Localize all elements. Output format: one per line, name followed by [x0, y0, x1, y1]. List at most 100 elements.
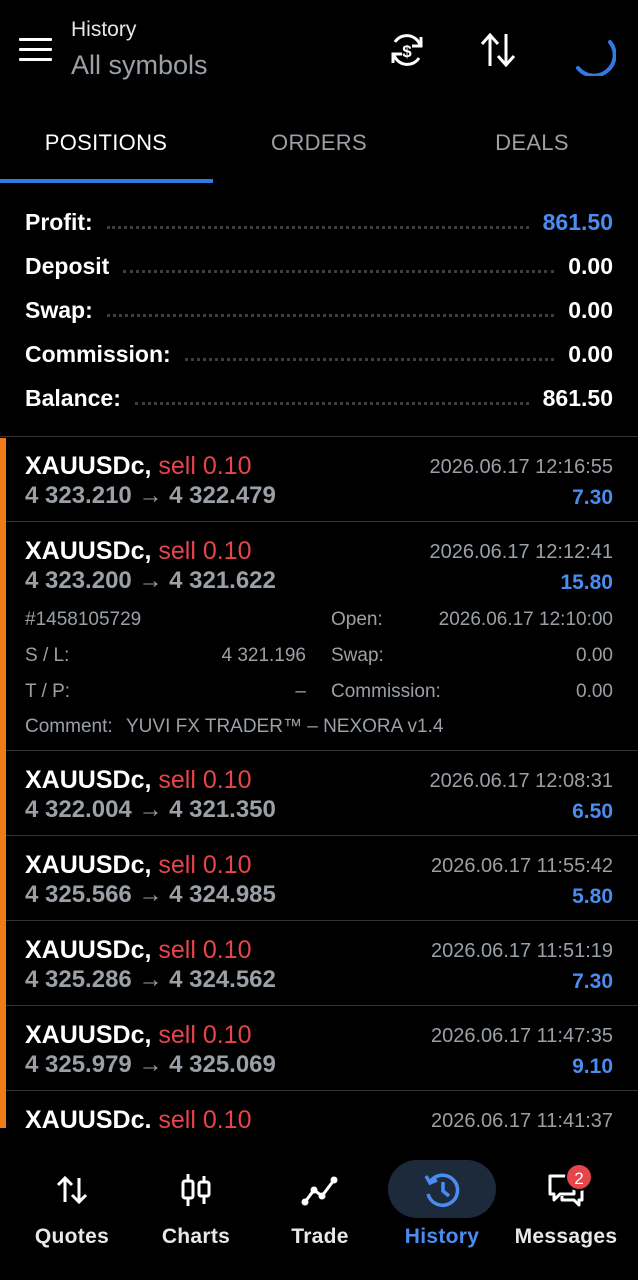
nav-quotes[interactable]: Quotes [10, 1128, 134, 1280]
deposit-label: Deposit [25, 252, 110, 279]
row-divider [6, 920, 638, 921]
row-divider [6, 1090, 638, 1091]
summary-divider [0, 436, 638, 437]
swap-value: 0.00 [576, 645, 613, 666]
dotted-leader [123, 259, 555, 273]
svg-text:$: $ [402, 42, 412, 61]
position-prices: 4 323.210 → 4 322.479 [25, 482, 276, 509]
row-divider [6, 835, 638, 836]
position-symbol: XAUUSDc, sell 0.10 [25, 936, 252, 964]
position-time: 2026.06.17 12:08:31 [429, 770, 613, 792]
nav-label: Charts [161, 1225, 231, 1248]
nav-trade[interactable]: Trade [258, 1128, 382, 1280]
list-item[interactable]: XAUUSDc, sell 0.10 4 325.566 → 4 324.985… [0, 837, 638, 921]
sl-label: S / L: [25, 645, 70, 666]
open-value: 2026.06.17 12:10:00 [438, 609, 613, 630]
balance-value: 861.50 [542, 384, 613, 411]
quotes-icon [56, 1175, 88, 1205]
sl-value: 4 321.196 [221, 645, 306, 666]
detail-row-sl: S / L: 4 321.196 Swap: 0.00 [25, 645, 613, 671]
list-item[interactable]: XAUUSDc, sell 0.10 4 322.004 → 4 321.350… [0, 752, 638, 836]
bottom-navigation: Quotes Charts Trade History Messages [0, 1128, 638, 1280]
tab-positions[interactable]: POSITIONS [0, 112, 212, 184]
positions-list: XAUUSDc, sell 0.10 4 323.210 → 4 322.479… [0, 438, 638, 1128]
ticket-number: #1458105729 [25, 609, 142, 630]
swap-value: 0.00 [568, 296, 613, 323]
active-tab-indicator [0, 179, 213, 183]
nav-history[interactable]: History [380, 1128, 504, 1280]
loading-spinner-icon [576, 40, 616, 76]
tp-value: – [295, 681, 306, 702]
position-time: 2026.06.17 11:51:19 [430, 940, 613, 962]
history-tabs: POSITIONS ORDERS DEALS [0, 112, 638, 184]
position-prices: 4 325.566 → 4 324.985 [25, 881, 276, 908]
sync-currency-icon[interactable]: $ [387, 30, 427, 70]
position-time: 2026.06.17 11:55:42 [430, 855, 613, 877]
commission-value: 0.00 [576, 681, 613, 702]
position-symbol: XAUUSDc, sell 0.10 [25, 851, 252, 879]
comment-label: Comment: [25, 716, 113, 737]
position-prices: 4 325.979 → 4 325.069 [25, 1051, 276, 1078]
tab-orders[interactable]: ORDERS [213, 112, 425, 184]
position-symbol: XAUUSDc, sell 0.10 [25, 452, 252, 480]
position-symbol: XAUUSDc, sell 0.10 [25, 1106, 252, 1128]
list-item[interactable]: XAUUSDc, sell 0.10 2026.06.17 11:41:37 [0, 1092, 638, 1128]
position-time: 2026.06.17 11:41:37 [430, 1110, 613, 1128]
commission-label: Commission: [25, 340, 171, 367]
nav-label: Messages [514, 1225, 618, 1248]
position-profit: 6.50 [572, 800, 613, 823]
position-symbol: XAUUSDc, sell 0.10 [25, 537, 252, 565]
detail-row-comment: Comment: YUVI FX TRADER™ – NEXORA v1.4 [25, 716, 613, 742]
position-profit: 5.80 [572, 885, 613, 908]
position-symbol: XAUUSDc, sell 0.10 [25, 1021, 252, 1049]
position-symbol: XAUUSDc, sell 0.10 [25, 766, 252, 794]
position-profit: 7.30 [572, 970, 613, 993]
profit-label: Profit: [25, 208, 93, 235]
position-profit: 7.30 [572, 486, 613, 509]
position-prices: 4 323.200 → 4 321.622 [25, 567, 276, 594]
summary-commission: Commission: 0.00 [25, 334, 613, 374]
list-item-expanded[interactable]: XAUUSDc, sell 0.10 4 323.200 → 4 321.622… [0, 523, 638, 751]
deposit-value: 0.00 [568, 252, 613, 279]
nav-messages[interactable]: Messages [504, 1128, 628, 1280]
history-icon [424, 1173, 460, 1207]
position-time: 2026.06.17 12:12:41 [429, 541, 613, 563]
trade-icon [301, 1176, 338, 1206]
summary-deposit: Deposit 0.00 [25, 246, 613, 286]
detail-row-ticket: #1458105729 Open: 2026.06.17 12:10:00 [25, 609, 613, 635]
nav-charts[interactable]: Charts [134, 1128, 258, 1280]
tp-label: T / P: [25, 681, 71, 702]
position-time: 2026.06.17 12:16:55 [429, 456, 613, 478]
position-profit: 15.80 [560, 571, 613, 594]
comment-value: YUVI FX TRADER™ – NEXORA v1.4 [126, 716, 444, 737]
position-profit: 9.10 [572, 1055, 613, 1078]
sort-icon[interactable] [478, 30, 518, 70]
symbol-filter[interactable]: All symbols [71, 50, 208, 81]
detail-row-tp: T / P: – Commission: 0.00 [25, 681, 613, 707]
page-title: History [71, 18, 137, 41]
open-label: Open: [331, 609, 383, 630]
summary-swap: Swap: 0.00 [25, 290, 613, 330]
swap-label: Swap: [331, 645, 384, 666]
charts-icon [181, 1174, 211, 1206]
position-prices: 4 322.004 → 4 321.350 [25, 796, 276, 823]
profit-value: 861.50 [542, 208, 613, 235]
position-time: 2026.06.17 11:47:35 [430, 1025, 613, 1047]
menu-icon[interactable] [19, 38, 52, 62]
dotted-leader [106, 303, 555, 317]
balance-label: Balance: [25, 384, 121, 411]
swap-label: Swap: [25, 296, 93, 323]
row-divider [6, 750, 638, 751]
dotted-leader [184, 347, 555, 361]
row-divider [6, 521, 638, 522]
commission-value: 0.00 [568, 340, 613, 367]
tab-deals[interactable]: DEALS [426, 112, 638, 184]
list-item[interactable]: XAUUSDc, sell 0.10 4 325.286 → 4 324.562… [0, 922, 638, 1006]
position-prices: 4 325.286 → 4 324.562 [25, 966, 276, 993]
summary-balance: Balance: 861.50 [25, 378, 613, 418]
dotted-leader [134, 391, 529, 405]
nav-label: History [404, 1225, 480, 1248]
app-header: History All symbols $ [0, 0, 638, 110]
list-item[interactable]: XAUUSDc, sell 0.10 4 325.979 → 4 325.069… [0, 1007, 638, 1091]
list-item[interactable]: XAUUSDc, sell 0.10 4 323.210 → 4 322.479… [0, 438, 638, 522]
